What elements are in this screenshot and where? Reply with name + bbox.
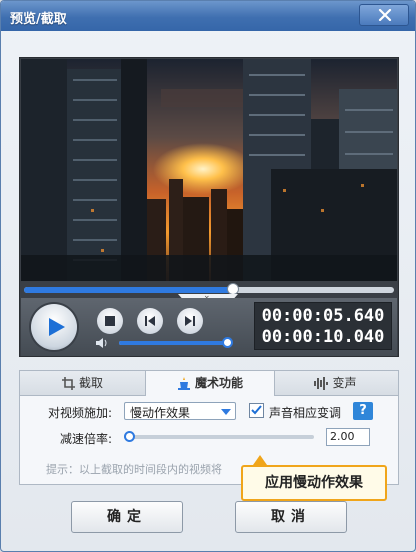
volume-knob[interactable] bbox=[222, 337, 233, 348]
stop-button[interactable] bbox=[97, 308, 123, 334]
hint-text: 提示：以上截取的时间段内的视频将 bbox=[46, 463, 222, 476]
speed-ratio-slider[interactable] bbox=[124, 431, 314, 442]
ok-button[interactable]: 确定 bbox=[71, 501, 183, 533]
timeline-progress-bar[interactable] bbox=[24, 283, 394, 295]
time-display: 00:00:05.640 00:00:10.040 bbox=[254, 302, 392, 350]
tab-magic[interactable]: 魔术功能 bbox=[145, 371, 275, 396]
volume-fill bbox=[119, 341, 227, 345]
timeline-progress-fill bbox=[24, 287, 234, 293]
total-time: 00:00:10.040 bbox=[261, 327, 385, 347]
stop-icon bbox=[105, 316, 115, 326]
tooltip-pointer bbox=[253, 455, 267, 465]
tab-voice-change[interactable]: 变声 bbox=[273, 371, 398, 395]
pitch-change-checkbox[interactable] bbox=[249, 403, 264, 418]
check-icon bbox=[251, 405, 262, 415]
tab-voice-change-label: 变声 bbox=[332, 376, 357, 390]
step-back-icon bbox=[145, 316, 155, 326]
speed-ratio-knob[interactable] bbox=[124, 431, 135, 442]
speed-ratio-input[interactable]: 2.00 bbox=[326, 428, 370, 446]
timeline-scrubber[interactable] bbox=[227, 283, 240, 295]
volume-slider[interactable] bbox=[119, 337, 233, 348]
help-button[interactable]: ? bbox=[353, 402, 373, 420]
play-button[interactable] bbox=[31, 304, 77, 350]
pitch-change-label: 声音相应变调 bbox=[269, 406, 342, 420]
video-preview bbox=[21, 59, 397, 281]
dropdown-arrow-icon bbox=[221, 409, 231, 415]
next-frame-button[interactable] bbox=[177, 308, 203, 334]
close-button[interactable] bbox=[359, 4, 409, 26]
preview-frame: ⌄ 00:00:05.640 00:00:10.040 bbox=[19, 57, 399, 357]
tab-strip: 截取 魔术功能 变声 bbox=[20, 371, 398, 396]
crop-icon bbox=[61, 377, 75, 390]
previous-frame-button[interactable] bbox=[137, 308, 163, 334]
window-title: 预览/截取 bbox=[10, 12, 67, 27]
volume-icon[interactable] bbox=[95, 337, 109, 349]
apply-slow-motion-tooltip: 应用慢动作效果 bbox=[241, 465, 387, 501]
apply-effect-label: 对视频施加: bbox=[48, 406, 113, 420]
magic-hat-icon bbox=[177, 377, 190, 390]
speed-ratio-label: 减速倍率: bbox=[60, 432, 113, 446]
waveform-icon bbox=[314, 377, 329, 390]
tab-crop[interactable]: 截取 bbox=[20, 371, 145, 395]
effect-select-value: 慢动作效果 bbox=[130, 406, 191, 420]
step-forward-icon bbox=[185, 316, 195, 326]
cancel-button[interactable]: 取消 bbox=[235, 501, 347, 533]
effect-select[interactable]: 慢动作效果 bbox=[124, 402, 236, 420]
current-time: 00:00:05.640 bbox=[261, 306, 385, 326]
close-icon bbox=[378, 9, 392, 21]
title-bar[interactable]: 预览/截取 bbox=[1, 1, 415, 31]
player-controls: 00:00:05.640 00:00:10.040 bbox=[21, 298, 397, 356]
tab-crop-label: 截取 bbox=[78, 376, 103, 390]
tab-magic-label: 魔术功能 bbox=[194, 376, 243, 390]
play-icon bbox=[49, 318, 65, 336]
preview-crop-dialog: 预览/截取 ⌄ 00:00:05.640 00:00:10.040 截取 魔术功… bbox=[0, 0, 416, 552]
